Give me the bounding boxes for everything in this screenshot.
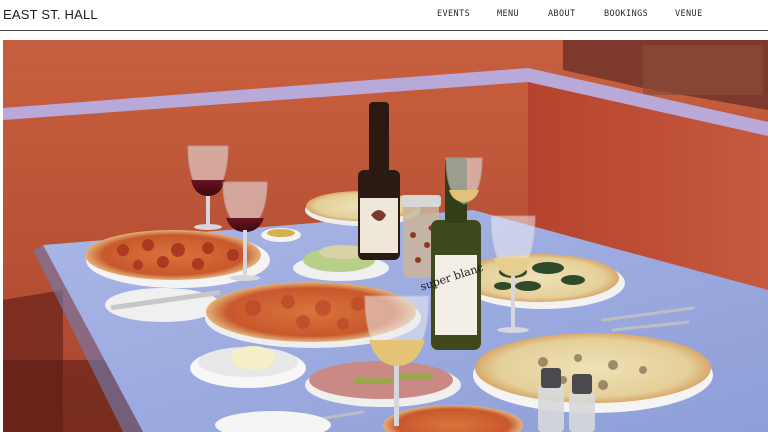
nav-link-about[interactable]: ABOUT <box>548 9 576 19</box>
hero-image: super blanc <box>3 40 768 432</box>
spinach-pizza <box>459 254 619 302</box>
nav-link-bookings[interactable]: BOOKINGS <box>604 9 648 19</box>
nav-link-menu[interactable]: MENU <box>497 9 519 19</box>
main-nav: EVENTS MENU ABOUT BOOKINGS VENUE <box>0 9 768 23</box>
nav-link-venue[interactable]: VENUE <box>675 9 703 19</box>
mushroom-pizza <box>475 333 711 403</box>
hero-photo-illustration: super blanc <box>3 40 768 432</box>
nav-link-events[interactable]: EVENTS <box>437 9 470 19</box>
site-header: EAST ST. HALL EVENTS MENU ABOUT BOOKINGS… <box>0 0 768 31</box>
